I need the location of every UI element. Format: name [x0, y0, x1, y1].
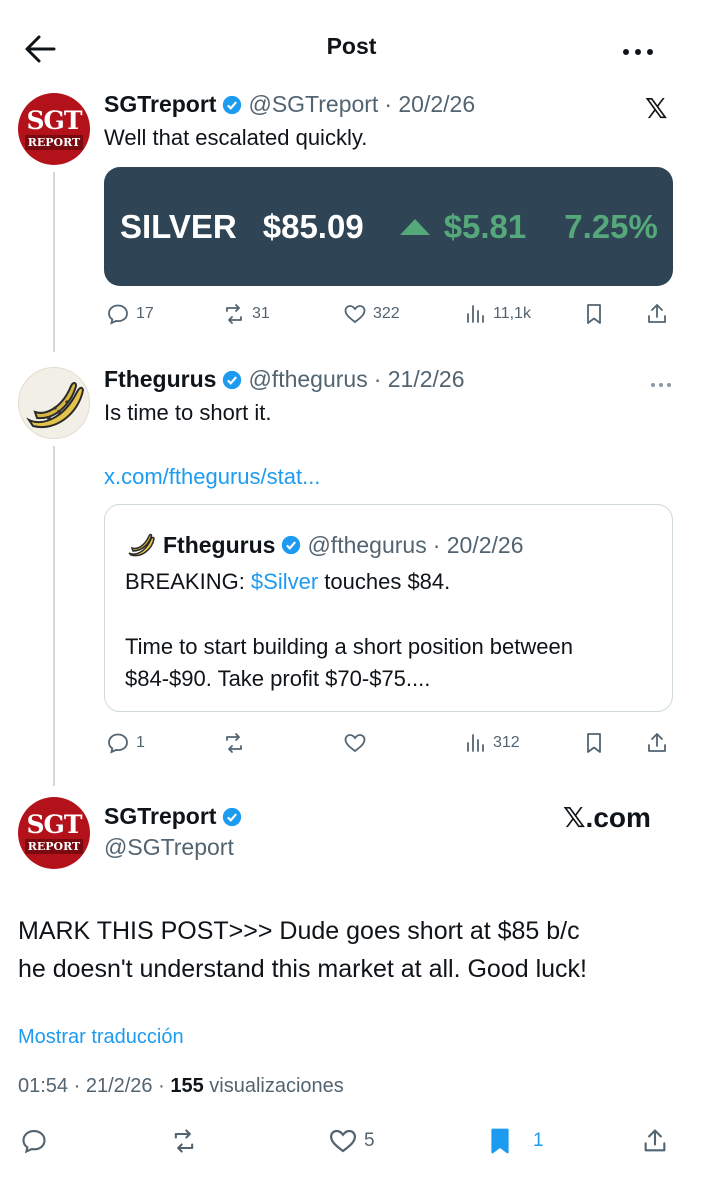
post-date: · 21/2/26: [373, 366, 465, 392]
post-header: SGTreport: [104, 803, 242, 830]
heart-icon: [344, 734, 366, 753]
reply-icon: [108, 304, 128, 325]
verified-badge-icon: [223, 370, 242, 389]
asset-label: SILVER: [120, 207, 237, 245]
page-title: Post: [326, 33, 377, 59]
price-percent: 7.25%: [564, 207, 658, 245]
avatar[interactable]: SGT REPORT: [18, 93, 90, 165]
banana-logo-icon: [26, 382, 85, 429]
post-text: Well that escalated quickly.: [104, 125, 368, 150]
post-header: SGTreport @SGTreport · 20/2/26: [104, 91, 475, 118]
share-icon: [648, 304, 666, 323]
heart-icon: [344, 305, 366, 324]
post-date: · 20/2/26: [384, 91, 476, 117]
post-link[interactable]: x.com/fthegurus/stat...: [104, 464, 320, 490]
author-handle[interactable]: @fthegurus: [248, 366, 367, 393]
silver-price-card[interactable]: SILVER $85.09 $5.81 7.25%: [104, 167, 673, 286]
post-text: Is time to short it.: [104, 400, 272, 425]
repost-icon: [226, 304, 242, 324]
share-icon: [644, 1129, 666, 1152]
quote-text-line2: Time to start building a short position …: [125, 634, 573, 659]
share-button[interactable]: [641, 1127, 669, 1155]
bookmark-button[interactable]: 1: [485, 1126, 544, 1156]
author-handle[interactable]: @SGTreport: [248, 91, 378, 118]
x-com-brand: 𝕏.com: [563, 802, 651, 833]
quote-author-handle: @fthegurus: [307, 531, 427, 558]
verified-badge-icon: [282, 535, 301, 555]
reply-button[interactable]: [20, 1127, 48, 1155]
reply-button[interactable]: 17: [106, 302, 154, 326]
bookmark-icon: [587, 733, 601, 753]
reply-icon: [108, 733, 128, 754]
author-name[interactable]: Fthegurus: [104, 366, 216, 393]
reply-icon: [22, 1130, 46, 1154]
heart-icon: [329, 1129, 357, 1153]
share-button[interactable]: [645, 731, 669, 755]
post-actions: 5 1: [0, 1125, 703, 1157]
more-icon: [651, 383, 671, 387]
asset-price: $85.09: [262, 207, 364, 245]
like-button[interactable]: 5: [328, 1126, 375, 1156]
quote-date: · 20/2/26: [432, 531, 524, 558]
post-header: Fthegurus @fthegurus · 21/2/26: [104, 366, 465, 393]
post-meta: 01:54 · 21/2/26 · 155 visualizaciones: [18, 1075, 344, 1097]
bookmark-button[interactable]: [582, 302, 606, 326]
like-button[interactable]: [343, 731, 367, 755]
like-button[interactable]: 322: [343, 302, 400, 326]
verified-badge-icon: [223, 95, 242, 114]
reply-button[interactable]: 1: [106, 731, 145, 755]
post-text: MARK THIS POST>>> Dude goes short at $85…: [18, 917, 587, 983]
post-actions: 17 31 322 11,1k: [0, 300, 703, 328]
repost-button[interactable]: [222, 731, 246, 755]
price-change: $5.81: [443, 207, 527, 245]
author-name[interactable]: SGTreport: [104, 91, 216, 118]
bookmark-icon: [587, 304, 601, 324]
quote-text-line1: BREAKING: $Silver touches $84.: [125, 569, 451, 594]
repost-button[interactable]: [170, 1127, 198, 1155]
quote-author-name: Fthegurus: [163, 531, 276, 558]
author-handle[interactable]: @SGTreport: [104, 834, 234, 861]
views-button[interactable]: 312: [463, 731, 520, 755]
share-icon: [648, 733, 666, 752]
avatar[interactable]: [18, 367, 90, 439]
cashtag-link[interactable]: $Silver: [251, 569, 318, 594]
views-icon: [467, 734, 484, 752]
share-button[interactable]: [645, 302, 669, 326]
repost-button[interactable]: 31: [222, 302, 270, 326]
verified-badge-icon: [223, 807, 242, 826]
post-actions: 1 312: [0, 729, 703, 757]
views-button[interactable]: 11,1k: [463, 302, 531, 326]
quoted-post[interactable]: Fthegurus @fthegurus · 20/2/26 BREAKING:…: [104, 504, 673, 712]
banana-avatar-icon: [128, 533, 155, 557]
bookmark-filled-icon: [491, 1128, 509, 1154]
repost-icon: [226, 733, 242, 753]
quote-text-line3: $84-$90. Take profit $70-$75....: [125, 666, 431, 691]
more-icon: [623, 49, 653, 55]
up-triangle-icon: [399, 218, 430, 235]
views-icon: [467, 305, 484, 323]
more-options-button[interactable]: [622, 44, 654, 62]
repost-icon: [174, 1129, 194, 1153]
translate-link[interactable]: Mostrar traducción: [18, 1026, 184, 1049]
avatar[interactable]: SGT REPORT: [18, 797, 90, 869]
x-logo-icon: 𝕏: [645, 93, 668, 124]
author-name[interactable]: SGTreport: [104, 803, 216, 830]
more-options-button[interactable]: [650, 375, 672, 393]
quote-header: Fthegurus @fthegurus · 20/2/26: [125, 529, 524, 561]
bookmark-button[interactable]: [582, 731, 606, 755]
